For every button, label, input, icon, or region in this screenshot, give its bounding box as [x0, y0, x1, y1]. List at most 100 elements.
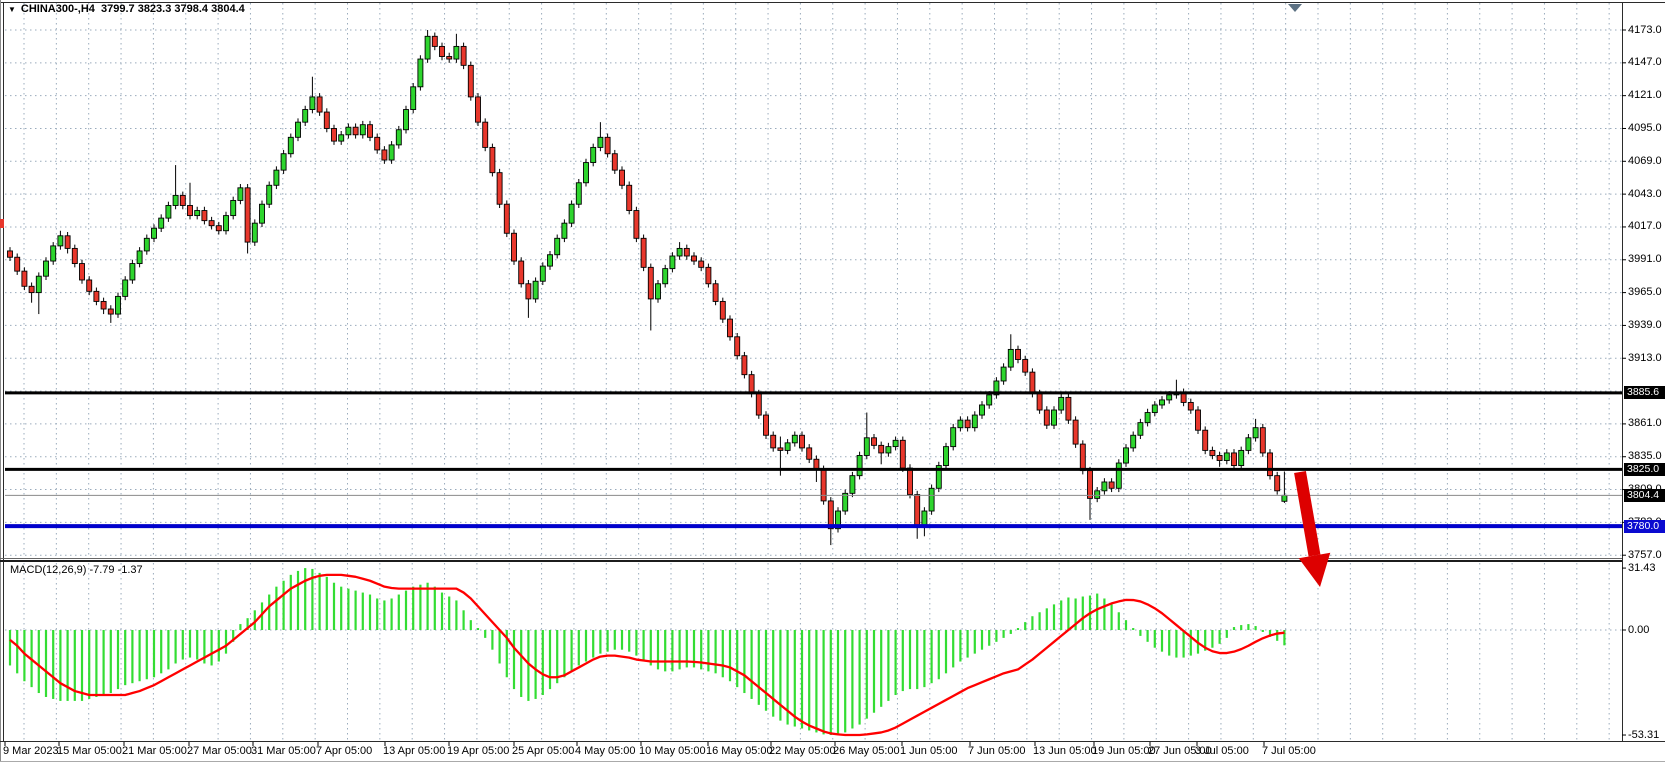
candle-body — [749, 375, 754, 394]
macd-histogram-bar — [1226, 630, 1228, 638]
macd-histogram-bar — [383, 600, 385, 630]
macd-histogram-bar — [189, 630, 191, 658]
macd-histogram-bar — [895, 630, 897, 695]
candle-body — [396, 130, 401, 145]
macd-histogram-bar — [38, 630, 40, 693]
macd-histogram-bar — [196, 630, 198, 660]
candle-body — [281, 154, 286, 170]
macd-histogram-bar — [945, 630, 947, 673]
macd-histogram-bar — [441, 593, 443, 630]
macd-histogram-bar — [88, 630, 90, 699]
candle-body — [1196, 410, 1201, 430]
candle-body — [785, 443, 790, 451]
macd-axis-label: -53.31 — [1628, 730, 1659, 741]
candle-body — [598, 137, 603, 147]
macd-histogram-bar — [880, 630, 882, 707]
time-axis-label: 4 May 05:00 — [575, 745, 636, 757]
pane-divider[interactable] — [0, 560, 1622, 562]
candle-body — [238, 188, 243, 201]
macd-histogram-bar — [1096, 594, 1098, 630]
macd-signal-line — [10, 575, 1284, 735]
candle-body — [980, 405, 985, 415]
candle-body — [303, 110, 308, 123]
time-axis-label: 13 Apr 05:00 — [383, 745, 445, 757]
candle-body — [1232, 453, 1237, 466]
candle-body — [1138, 423, 1143, 436]
candle-body — [915, 495, 920, 527]
macd-histogram-bar — [859, 630, 861, 725]
candle-body — [929, 488, 934, 511]
candle-body — [519, 261, 524, 284]
candle-body — [274, 170, 279, 185]
candle-body — [483, 122, 488, 147]
macd-histogram-bar — [477, 628, 479, 630]
candle-body — [252, 223, 257, 242]
macd-histogram-bar — [1024, 622, 1026, 630]
candle-body — [850, 476, 855, 494]
symbol-dropdown-icon[interactable]: ▼ — [8, 5, 16, 14]
macd-histogram-bar — [355, 591, 357, 630]
candle-body — [1210, 450, 1215, 455]
candle-body — [137, 251, 142, 264]
macd-histogram-bar — [470, 620, 472, 630]
candle-body — [411, 87, 416, 110]
candle-body — [504, 204, 509, 233]
macd-histogram-bar — [67, 630, 69, 701]
scroll-shift-marker[interactable] — [1288, 4, 1302, 12]
candle-body — [454, 46, 459, 59]
macd-histogram-bar — [837, 630, 839, 734]
candle-body — [80, 264, 85, 280]
macd-histogram-bar — [520, 630, 522, 697]
candle-body — [699, 261, 704, 267]
candle-body — [51, 246, 56, 261]
candle-body — [900, 440, 905, 468]
candle-body — [922, 511, 927, 526]
macd-histogram-bar — [542, 630, 544, 695]
macd-histogram-bar — [347, 589, 349, 630]
macd-histogram-bar — [283, 581, 285, 630]
trend-arrow-shaft[interactable] — [1300, 472, 1315, 555]
chart-window: ▼ CHINA300-,H4 3799.7 3823.3 3798.4 3804… — [0, 0, 1665, 765]
macd-histogram-bar — [1276, 630, 1278, 641]
candle-body — [389, 145, 394, 160]
time-axis-label: 13 Jun 05:00 — [1033, 745, 1097, 757]
candle-body — [224, 216, 229, 231]
candle-body — [166, 205, 171, 218]
macd-histogram-bar — [1039, 612, 1041, 630]
macd-histogram-bar — [239, 624, 241, 630]
candle-body — [663, 269, 668, 284]
macd-histogram-bar — [484, 630, 486, 638]
candle-body — [288, 137, 293, 153]
price-axis-label: 3913.0 — [1628, 353, 1662, 364]
chart-canvas[interactable] — [0, 0, 1665, 765]
macd-histogram-bar — [1111, 604, 1113, 630]
time-axis[interactable]: 9 Mar 202315 Mar 05:0021 Mar 05:0027 Mar… — [0, 742, 1622, 762]
macd-histogram-bar — [59, 630, 61, 701]
time-axis-label: 21 Mar 05:00 — [122, 745, 187, 757]
macd-histogram-bar — [650, 630, 652, 665]
price-axis-label: 3991.0 — [1628, 254, 1662, 265]
macd-histogram-bar — [1132, 628, 1134, 630]
candle-body — [944, 447, 949, 466]
candle-body — [1044, 410, 1049, 425]
candle-body — [432, 36, 437, 46]
macd-histogram-bar — [1003, 630, 1005, 638]
trend-arrow-head[interactable] — [1299, 553, 1331, 587]
candle-body — [360, 125, 365, 135]
candle-body — [180, 195, 185, 205]
price-axis[interactable]: 4173.04147.04121.04095.04069.04043.04017… — [1622, 0, 1665, 741]
macd-histogram-bar — [340, 587, 342, 630]
macd-histogram-bar — [1082, 597, 1084, 630]
candle-body — [195, 211, 200, 216]
macd-histogram-bar — [758, 630, 760, 705]
candle-body — [8, 251, 13, 257]
candle-body — [1037, 394, 1042, 410]
chart-title-text: CHINA300-,H4 3799.7 3823.3 3798.4 3804.4 — [21, 3, 245, 15]
macd-histogram-bar — [391, 598, 393, 630]
macd-histogram-bar — [1247, 624, 1249, 630]
macd-histogram-bar — [628, 630, 630, 652]
time-axis-label: 15 Mar 05:00 — [57, 745, 122, 757]
macd-histogram-bar — [1031, 616, 1033, 630]
macd-histogram-bar — [952, 630, 954, 667]
candle-body — [987, 395, 992, 405]
